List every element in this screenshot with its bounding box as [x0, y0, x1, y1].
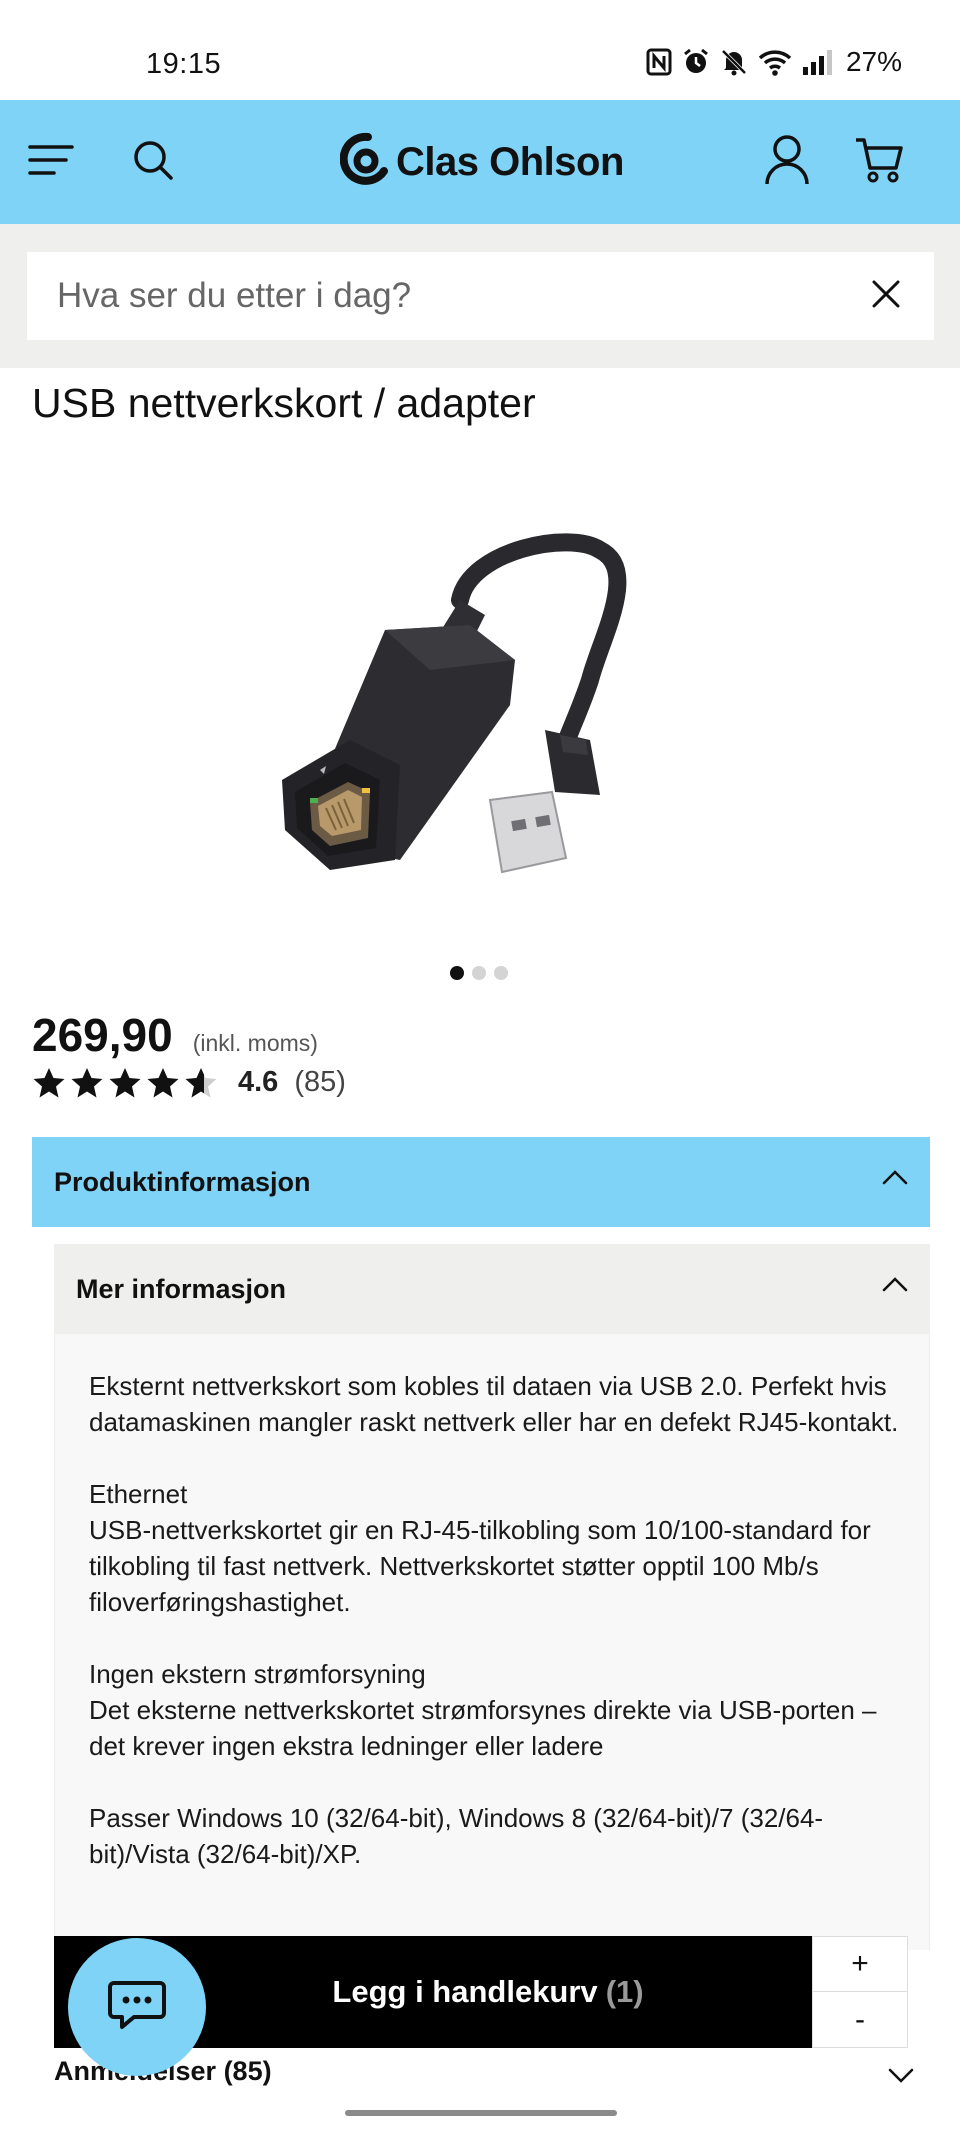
- reviews-accordion-header[interactable]: Anmeldelser (85): [54, 2052, 930, 2098]
- product-description: Eksternt nettverkskort som kobles til da…: [89, 1368, 909, 1908]
- carousel-dot[interactable]: [494, 966, 508, 980]
- description-heading: Ethernet: [89, 1479, 188, 1509]
- quantity-increase-button[interactable]: +: [813, 1937, 907, 1992]
- chevron-down-icon: [888, 2068, 914, 2089]
- add-to-cart-label: Legg i handlekurv: [332, 1974, 598, 2009]
- rating-value: 4.6: [238, 1066, 279, 1098]
- search-icon: [132, 139, 174, 186]
- price-row: 269,90 (inkl. moms): [32, 1008, 318, 1062]
- search-clear-button[interactable]: [864, 274, 908, 318]
- description-paragraph: Passer Windows 10 (32/64-bit), Windows 8…: [89, 1803, 824, 1869]
- cart-quantity-count: (1): [605, 1974, 644, 2009]
- search-input[interactable]: [57, 276, 857, 316]
- rating-stars: [32, 1067, 218, 1099]
- search-box: [27, 252, 934, 340]
- nfc-icon: [646, 48, 672, 76]
- more-info-content: Eksternt nettverkskort som kobles til da…: [54, 1334, 930, 1950]
- menu-button[interactable]: [24, 100, 78, 224]
- brand-name: Clas Ohlson: [396, 139, 624, 184]
- half-star-icon: [185, 1067, 217, 1097]
- image-carousel-dots: [450, 966, 508, 980]
- carousel-dot[interactable]: [472, 966, 486, 980]
- product-title: USB nettverkskort / adapter: [32, 380, 536, 426]
- account-button[interactable]: [762, 100, 812, 224]
- description-text: Det eksterne nettverkskortet strømforsyn…: [89, 1695, 877, 1761]
- close-icon: [871, 279, 901, 314]
- home-indicator[interactable]: [345, 2110, 617, 2116]
- more-info-accordion-header[interactable]: Mer informasjon: [54, 1244, 930, 1334]
- description-paragraph: Ingen ekstern strømforsyning Det ekstern…: [89, 1656, 909, 1764]
- chat-button[interactable]: [68, 1938, 206, 2076]
- more-info-label: Mer informasjon: [76, 1273, 287, 1304]
- description-text: USB-nettverkskortet gir en RJ-45-tilkobl…: [89, 1515, 871, 1617]
- cart-button[interactable]: [852, 100, 906, 224]
- chat-icon: [108, 1979, 166, 2036]
- battery-level: 27%: [845, 46, 902, 77]
- quantity-stepper: + -: [812, 1936, 908, 2048]
- cart-icon: [854, 136, 904, 189]
- star-icon: [33, 1067, 65, 1097]
- description-paragraph: Ethernet USB-nettverkskortet gir en RJ-4…: [89, 1476, 909, 1620]
- status-icons: 27%: [646, 46, 902, 78]
- rating-row[interactable]: 4.6 (85): [32, 1066, 346, 1099]
- vat-note: (inkl. moms): [192, 1030, 318, 1056]
- star-icon: [147, 1067, 179, 1097]
- product-info-label: Produktinformasjon: [54, 1166, 311, 1197]
- brand-logo[interactable]: Clas Ohlson: [339, 128, 624, 196]
- chevron-up-icon: [882, 1169, 908, 1190]
- status-bar: 19:15 27%: [0, 0, 960, 100]
- mute-icon: [720, 48, 748, 76]
- logo-mark-icon: [339, 131, 388, 194]
- user-icon: [764, 134, 810, 191]
- rating-count: (85): [294, 1066, 346, 1098]
- chevron-up-icon: [882, 1276, 908, 1297]
- status-time: 19:15: [146, 48, 222, 80]
- description-paragraph: Eksternt nettverkskort som kobles til da…: [89, 1371, 899, 1437]
- search-area: [0, 224, 960, 368]
- star-icon: [109, 1067, 141, 1097]
- alarm-icon: [682, 48, 710, 76]
- carousel-dot[interactable]: [450, 966, 464, 980]
- wifi-icon: [758, 48, 792, 76]
- menu-icon: [28, 143, 74, 182]
- product-price: 269,90: [32, 1009, 173, 1061]
- usb-adapter-illustration: [282, 533, 627, 874]
- description-heading: Ingen ekstern strømforsyning: [89, 1659, 426, 1689]
- site-header: Clas Ohlson: [0, 100, 960, 224]
- header-search-button[interactable]: [128, 100, 178, 224]
- product-image[interactable]: [270, 530, 710, 890]
- quantity-decrease-button[interactable]: -: [813, 1992, 907, 2047]
- product-info-accordion-header[interactable]: Produktinformasjon: [32, 1137, 930, 1227]
- star-icon: [71, 1067, 103, 1097]
- signal-icon: [802, 48, 832, 76]
